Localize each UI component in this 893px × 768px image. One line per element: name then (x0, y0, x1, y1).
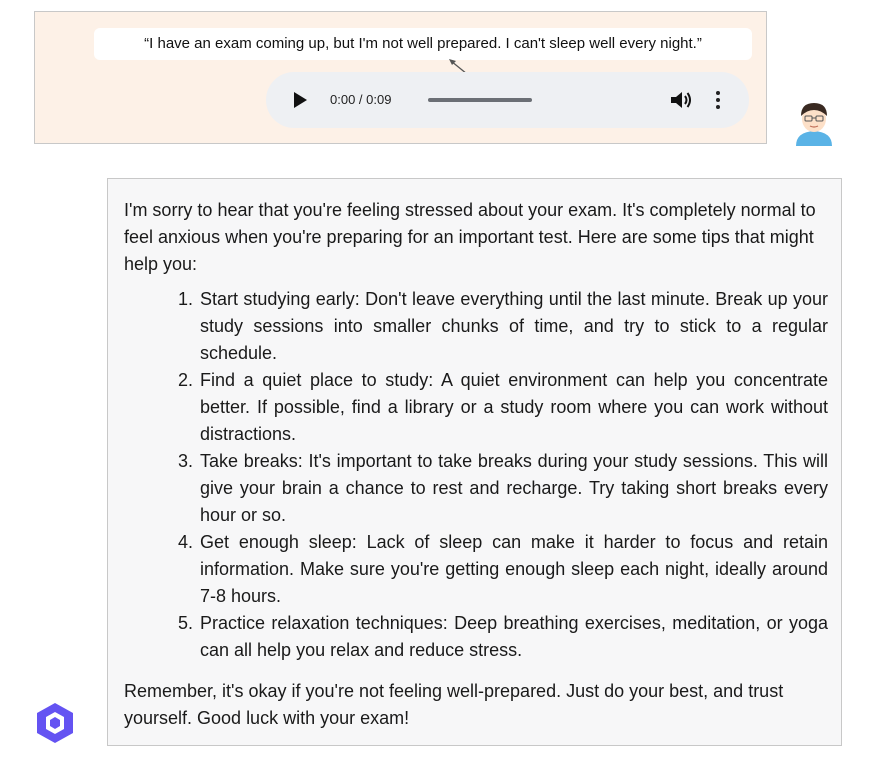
tip-text: Practice relaxation techniques: Deep bre… (200, 613, 828, 660)
tip-number: 3. (178, 451, 194, 471)
tip-text: Get enough sleep: Lack of sleep can make… (200, 532, 828, 606)
tip-number: 5. (178, 613, 194, 633)
tip-text: Take breaks: It's important to take brea… (200, 451, 828, 525)
tip-text: Find a quiet place to study: A quiet env… (200, 370, 828, 444)
list-item: 2. Find a quiet place to study: A quiet e… (178, 367, 828, 448)
list-item: 5. Practice relaxation techniques: Deep b… (178, 610, 828, 664)
tip-number: 1. (178, 289, 194, 309)
audio-player: 0:00 / 0:09 (266, 72, 749, 128)
user-quote: “I have an exam coming up, but I'm not w… (94, 28, 752, 60)
qwen-logo-icon (37, 703, 73, 743)
reply-outro: Remember, it's okay if you're not feelin… (124, 681, 784, 728)
more-vertical-icon[interactable] (712, 88, 724, 112)
list-item: 3. Take breaks: It's important to take br… (178, 448, 828, 529)
tip-number: 4. (178, 532, 194, 552)
reply-intro: I'm sorry to hear that you're feeling st… (124, 200, 816, 274)
list-item: 1. Start studying early: Don't leave ever… (178, 286, 828, 367)
list-item: 4. Get enough sleep: Lack of sleep can ma… (178, 529, 828, 610)
audio-progress-bar[interactable] (428, 98, 532, 102)
tips-list: 1. Start studying early: Don't leave ever… (178, 286, 828, 664)
audio-time: 0:00 / 0:09 (330, 92, 392, 107)
volume-icon[interactable] (669, 89, 693, 111)
tip-number: 2. (178, 370, 194, 390)
user-avatar-icon (796, 103, 832, 146)
play-icon[interactable] (292, 91, 308, 109)
tip-text: Start studying early: Don't leave everyt… (200, 289, 828, 363)
